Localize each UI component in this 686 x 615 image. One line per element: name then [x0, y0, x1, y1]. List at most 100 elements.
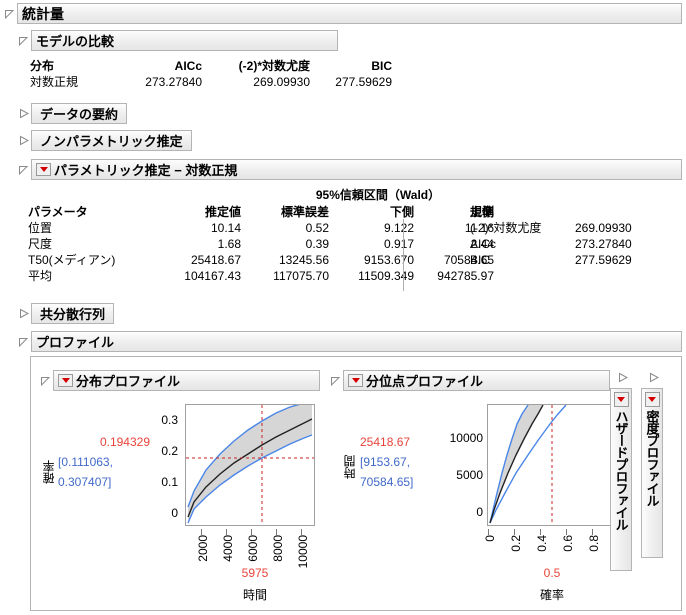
covariance-matrix-title: 共分散行列 — [31, 303, 115, 324]
confidence-interval-header: 95%信頼区間（Wald） — [315, 188, 441, 202]
cell-distribution: 対数正規 — [30, 75, 79, 89]
hazard-profiler-disclosure[interactable] — [617, 372, 629, 386]
col-header-stderr: 標準誤差 — [280, 205, 329, 219]
disclosure-closed-icon[interactable] — [18, 308, 29, 319]
table-row[interactable]: (-2)*対数尤度 269.09930 — [470, 220, 655, 236]
cell-criterion-value: 273.27840 — [575, 237, 632, 251]
cell-bic: 277.59629 — [335, 75, 392, 89]
statistics-outline-header[interactable]: 統計量 — [4, 3, 682, 24]
nonparametric-estimate-header[interactable]: ノンパラメトリック推定 — [18, 130, 192, 151]
disclosure-open-icon[interactable] — [18, 164, 29, 175]
density-profiler-popup-menu-icon[interactable] — [644, 392, 660, 407]
distribution-y-axis-label: 確率 — [42, 460, 56, 484]
distribution-x-tick-2000: 2000 — [196, 529, 210, 562]
profiler-section-header[interactable]: プロファイル — [18, 331, 682, 352]
disclosure-open-icon[interactable] — [330, 375, 341, 386]
quantile-y-tick-0: 0 — [476, 505, 483, 519]
distribution-profiler-plot[interactable] — [185, 404, 315, 526]
distribution-profiler-title-cap: 分布プロファイル — [53, 370, 320, 391]
distribution-current-value: 0.194329 — [99, 435, 150, 449]
parametric-popup-menu-icon[interactable] — [36, 163, 51, 176]
model-comparison-header[interactable]: モデルの比較 — [18, 30, 338, 51]
quantile-profiler-header[interactable]: 分位点プロファイル — [330, 370, 610, 391]
table-row[interactable]: 対数正規 273.27840 269.09930 277.59629 — [30, 74, 392, 90]
nonparametric-estimate-title: ノンパラメトリック推定 — [31, 130, 192, 151]
cell-parameter: 平均 — [28, 269, 53, 283]
distribution-y-tick-0: 0 — [171, 506, 178, 520]
quantile-profiler-plot[interactable] — [487, 404, 617, 526]
cell-stderr: 117075.70 — [273, 269, 329, 283]
statistics-title: 統計量 — [17, 3, 682, 24]
table-row[interactable]: T50(メディアン) 25418.67 13245.56 9153.670 70… — [28, 252, 494, 268]
quantile-profiler-title-cap: 分位点プロファイル — [343, 370, 610, 391]
quantile-x-axis-label: 確率 — [539, 588, 564, 602]
cell-estimate: 10.14 — [210, 221, 241, 235]
quantile-profiler-popup-menu-icon[interactable] — [348, 374, 363, 387]
distribution-x-tick-4000: 4000 — [221, 529, 235, 562]
cell-stderr: 13245.56 — [278, 253, 329, 267]
cell-parameter: 尺度 — [28, 237, 53, 251]
covariance-matrix-header[interactable]: 共分散行列 — [18, 303, 115, 324]
density-profiler-disclosure[interactable] — [648, 372, 660, 386]
quantile-x-tick-0_8: 0.8 — [587, 529, 601, 552]
distribution-x-tick-10000: 10000 — [296, 529, 310, 568]
col-header-lower: 下側 — [389, 205, 414, 219]
col-header-criteria: 規準 — [470, 205, 495, 219]
cell-parameter: 位置 — [28, 221, 53, 235]
distribution-x-current-value: 5975 — [241, 566, 269, 580]
distribution-profiler-header[interactable]: 分布プロファイル — [40, 370, 320, 391]
table-column-divider — [403, 219, 404, 291]
table-row[interactable]: BIC 277.59629 — [470, 252, 655, 268]
distribution-plot-svg — [186, 405, 314, 525]
cell-criterion-name: AICc — [470, 237, 497, 251]
parametric-estimate-header[interactable]: パラメトリック推定 − 対数正規 — [18, 159, 682, 180]
table-header-row: 規準 — [470, 204, 655, 220]
quantile-x-tick-0_2: 0.2 — [509, 529, 523, 552]
data-summary-title: データの要約 — [31, 103, 128, 124]
quantile-y-tick-5000: 5000 — [456, 468, 483, 482]
distribution-x-axis-label: 時間 — [242, 588, 267, 602]
hazard-profiler-panel[interactable]: ハザードプロファイル — [610, 388, 632, 571]
table-header-row: パラメータ 推定値 標準誤差 下側 上側 — [28, 204, 494, 220]
quantile-x-tick-0: 0 — [483, 529, 497, 542]
distribution-profiler-popup-menu-icon[interactable] — [58, 374, 73, 387]
col-header-parameter: パラメータ — [28, 205, 88, 219]
col-header-bic: BIC — [371, 59, 392, 73]
model-comparison-table: 分布 AICc (-2)*対数尤度 BIC 対数正規 273.27840 269… — [30, 58, 392, 90]
parametric-estimate-title: パラメトリック推定 − 対数正規 — [54, 163, 238, 178]
parametric-estimate-table: パラメータ 推定値 標準誤差 下側 上側 位置 10.14 0.52 9.122… — [28, 204, 494, 284]
table-row[interactable]: 平均 104167.43 117075.70 11509.349 942785.… — [28, 268, 494, 284]
col-header-loglik: (-2)*対数尤度 — [238, 59, 310, 73]
cell-criterion-name: (-2)*対数尤度 — [470, 221, 542, 235]
cell-stderr: 0.39 — [305, 237, 329, 251]
distribution-y-tick-0_2: 0.2 — [161, 444, 178, 458]
table-row[interactable]: AICc 273.27840 — [470, 236, 655, 252]
distribution-y-tick-0_3: 0.3 — [161, 413, 178, 427]
disclosure-open-icon[interactable] — [4, 8, 15, 19]
cell-lower: 0.917 — [383, 237, 414, 251]
cell-upper: 942785.97 — [437, 269, 494, 283]
data-summary-header[interactable]: データの要約 — [18, 103, 128, 124]
disclosure-closed-icon[interactable] — [18, 135, 29, 146]
density-profiler-panel[interactable]: 密度プロファイル — [641, 388, 663, 558]
table-header-row: 分布 AICc (-2)*対数尤度 BIC — [30, 58, 392, 74]
model-comparison-title: モデルの比較 — [31, 30, 338, 51]
cell-lower: 11509.349 — [358, 269, 414, 283]
quantile-x-tick-0_4: 0.4 — [535, 529, 549, 552]
col-header-aicc: AICc — [174, 59, 202, 73]
disclosure-closed-icon[interactable] — [18, 108, 29, 119]
disclosure-open-icon[interactable] — [18, 35, 29, 46]
quantile-plot-svg — [489, 405, 567, 525]
quantile-ci-lower: [9153.67, — [360, 455, 411, 469]
cell-criterion-value: 277.59629 — [575, 253, 632, 267]
hazard-profiler-popup-menu-icon[interactable] — [613, 392, 629, 407]
quantile-x-tick-0_6: 0.6 — [561, 529, 575, 552]
table-row[interactable]: 位置 10.14 0.52 9.122 11.16 — [28, 220, 494, 236]
cell-estimate: 104167.43 — [184, 269, 241, 283]
disclosure-open-icon[interactable] — [18, 336, 29, 347]
cell-criterion-value: 269.09930 — [575, 221, 632, 235]
cell-estimate: 1.68 — [217, 237, 241, 251]
disclosure-open-icon[interactable] — [40, 375, 51, 386]
distribution-ci-lower: [0.111063, — [58, 455, 113, 469]
table-row[interactable]: 尺度 1.68 0.39 0.917 2.44 — [28, 236, 494, 252]
